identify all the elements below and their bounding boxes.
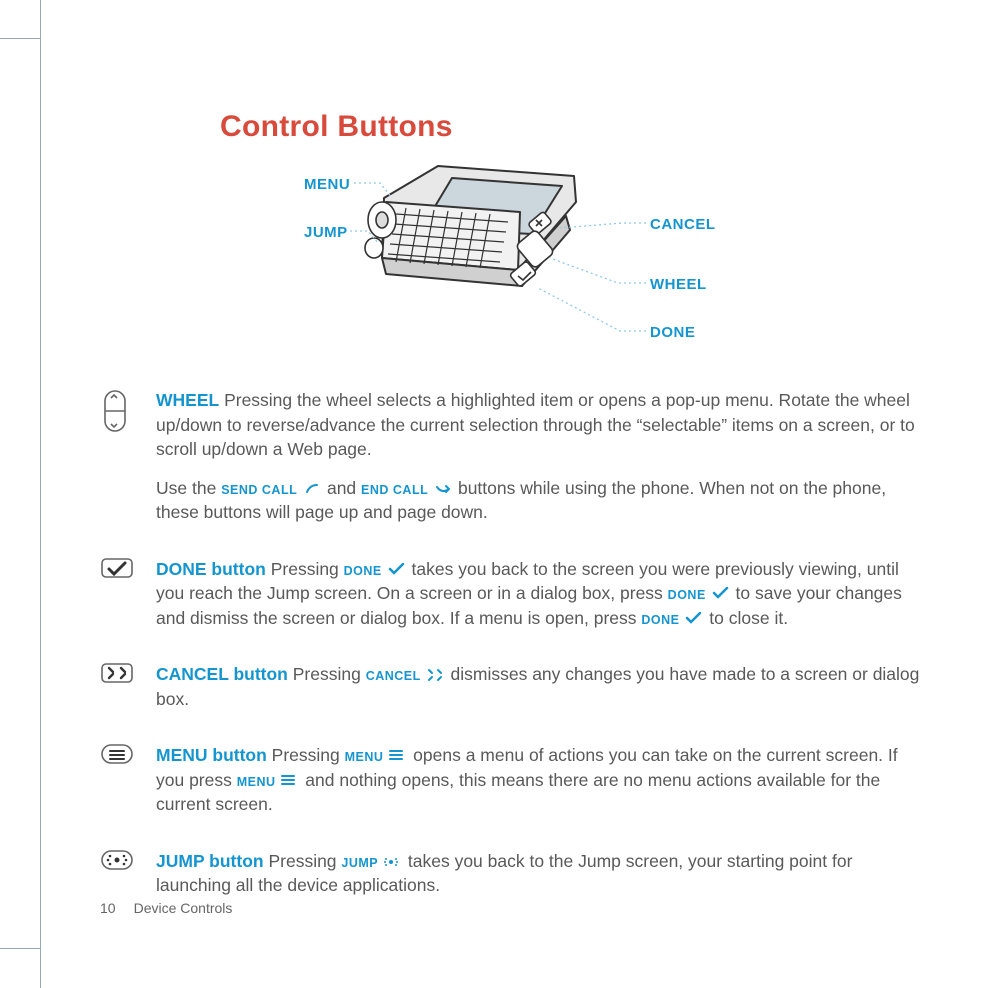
content-area: Control Buttons <box>100 110 920 930</box>
section-wheel: WHEEL Pressing the wheel selects a highl… <box>100 388 920 539</box>
jump-p: JUMP button Pressing JUMP takes you back… <box>156 849 920 898</box>
cancel-inline-icon <box>426 668 446 682</box>
page-footer: 10 Device Controls <box>100 900 232 916</box>
section-done: DONE button Pressing DONE takes you back… <box>100 557 920 645</box>
section-cancel: CANCEL button Pressing CANCEL dismisses … <box>100 662 920 725</box>
section-menu: MENU button Pressing MENU opens a menu o… <box>100 743 920 831</box>
done-inline-icon <box>711 587 731 601</box>
menu-inline-icon <box>280 774 300 788</box>
crop-mark <box>40 0 41 988</box>
menu-p: MENU button Pressing MENU opens a menu o… <box>156 743 920 817</box>
done-inline-icon <box>387 563 407 577</box>
diagram-label-jump: JUMP <box>304 224 348 241</box>
done-inline-icon <box>684 612 704 626</box>
diagram-label-menu: MENU <box>304 176 350 193</box>
cancel-icon <box>100 662 136 725</box>
done-p: DONE button Pressing DONE takes you back… <box>156 557 920 631</box>
cancel-p: CANCEL button Pressing CANCEL dismisses … <box>156 662 920 711</box>
menu-inline-icon <box>388 749 408 763</box>
diagram-label-wheel: WHEEL <box>650 276 707 293</box>
crop-mark <box>0 948 40 949</box>
wheel-p1: WHEEL Pressing the wheel selects a highl… <box>156 388 920 462</box>
diagram-label-done: DONE <box>650 324 695 341</box>
done-icon <box>100 557 136 645</box>
jump-inline-icon <box>383 855 403 869</box>
wheel-p2: Use the SEND CALL and END CALL buttons w… <box>156 476 920 525</box>
crop-mark <box>0 38 40 39</box>
device-illustration <box>360 158 620 358</box>
page: Control Buttons <box>0 0 988 988</box>
diagram-label-cancel: CANCEL <box>650 216 716 233</box>
phone-down-icon <box>433 482 453 496</box>
sections: WHEEL Pressing the wheel selects a highl… <box>100 388 920 912</box>
device-diagram: MENU JUMP CANCEL WHEEL DONE <box>220 158 920 368</box>
menu-icon <box>100 743 136 831</box>
page-title: Control Buttons <box>220 110 920 144</box>
wheel-icon <box>100 388 136 539</box>
page-number: 10 <box>100 900 116 916</box>
section-name: Device Controls <box>134 900 233 916</box>
phone-up-icon <box>302 482 322 496</box>
